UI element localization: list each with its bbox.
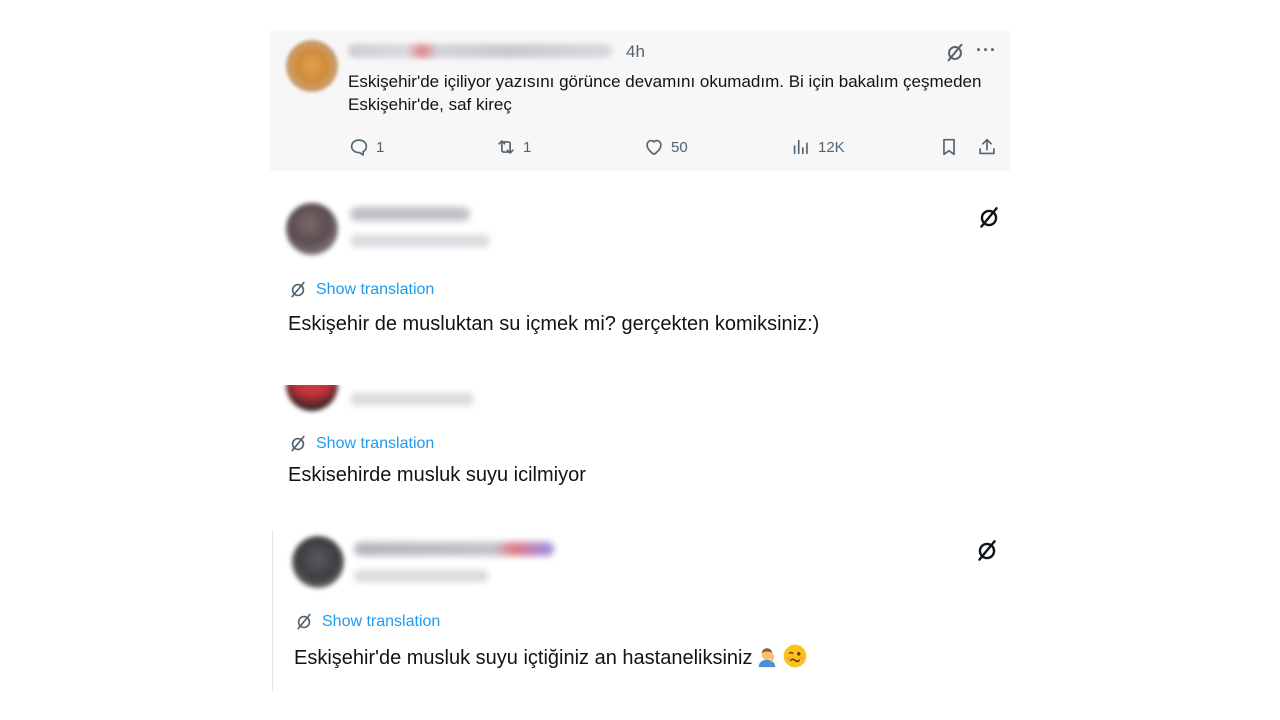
reply-text: Eskisehirde musluk suyu icilmiyor [288, 464, 586, 486]
show-translation-label: Show translation [316, 435, 435, 452]
avatar[interactable] [286, 385, 338, 411]
translate-icon [291, 435, 305, 452]
tweet-time[interactable]: 4h [626, 42, 645, 62]
avatar[interactable] [286, 203, 338, 255]
reply-text: Eskişehir'de musluk suyu içtiğiniz an ha… [294, 647, 753, 669]
author-name-redacted[interactable] [348, 44, 612, 58]
avatar[interactable] [292, 536, 344, 588]
show-translation-label: Show translation [322, 613, 441, 630]
woozy-face-emoji [784, 644, 807, 668]
author-name-redacted[interactable] [354, 542, 554, 556]
reply-text-line: Eskişehir'de musluk suyu içtiğiniz an ha… [294, 643, 808, 670]
tweet-actions: 1 1 50 12K [270, 134, 1010, 160]
reply-item[interactable]: Show translation Eskişehir'de musluk suy… [270, 530, 1010, 690]
show-translation-link[interactable]: Show translation [294, 612, 440, 632]
like-count: 50 [671, 138, 688, 156]
reply-button[interactable]: 1 [348, 134, 384, 160]
translate-icon [291, 281, 305, 298]
like-button[interactable]: 50 [643, 134, 688, 160]
grok-icon[interactable] [974, 538, 1000, 564]
reply-text: Eskişehir de musluktan su içmek mi? gerç… [288, 313, 820, 335]
reply-item[interactable]: Show translation Eskişehir de musluktan … [270, 195, 1010, 355]
retweet-icon [498, 140, 514, 154]
author-handle-redacted[interactable] [350, 393, 474, 405]
show-translation-link[interactable]: Show translation [288, 280, 434, 300]
reply-header-clipped [270, 385, 1010, 415]
reply-item[interactable]: Show translation Eskisehirde musluk suyu… [270, 385, 1010, 505]
retweet-button[interactable]: 1 [495, 134, 531, 160]
grok-icon[interactable] [976, 205, 1002, 231]
translate-icon [297, 613, 311, 630]
grok-icon[interactable] [944, 42, 966, 64]
tweet-card[interactable]: 4h ··· Eskişehir'de içiliyor yazısını gö… [270, 30, 1010, 171]
avatar[interactable] [286, 40, 338, 92]
reply-count: 1 [376, 138, 385, 156]
share-button[interactable] [976, 134, 998, 160]
bookmark-icon [943, 138, 955, 156]
views-count: 12K [818, 138, 845, 156]
show-translation-label: Show translation [316, 281, 435, 298]
more-icon[interactable]: ··· [976, 40, 997, 61]
author-name-redacted[interactable] [350, 207, 470, 221]
author-handle-redacted[interactable] [354, 570, 488, 582]
show-translation-link[interactable]: Show translation [288, 434, 434, 454]
retweet-count: 1 [523, 138, 532, 156]
reply-icon [350, 139, 368, 156]
views-icon [793, 139, 808, 155]
views-button[interactable]: 12K [790, 134, 845, 160]
share-icon [979, 138, 995, 155]
tweet-text: Eskişehir'de içiliyor yazısını görünce d… [348, 72, 982, 114]
author-handle-redacted[interactable] [350, 235, 490, 247]
bookmark-button[interactable] [938, 134, 960, 160]
like-icon [646, 139, 662, 156]
facepalm-emoji [759, 648, 776, 668]
